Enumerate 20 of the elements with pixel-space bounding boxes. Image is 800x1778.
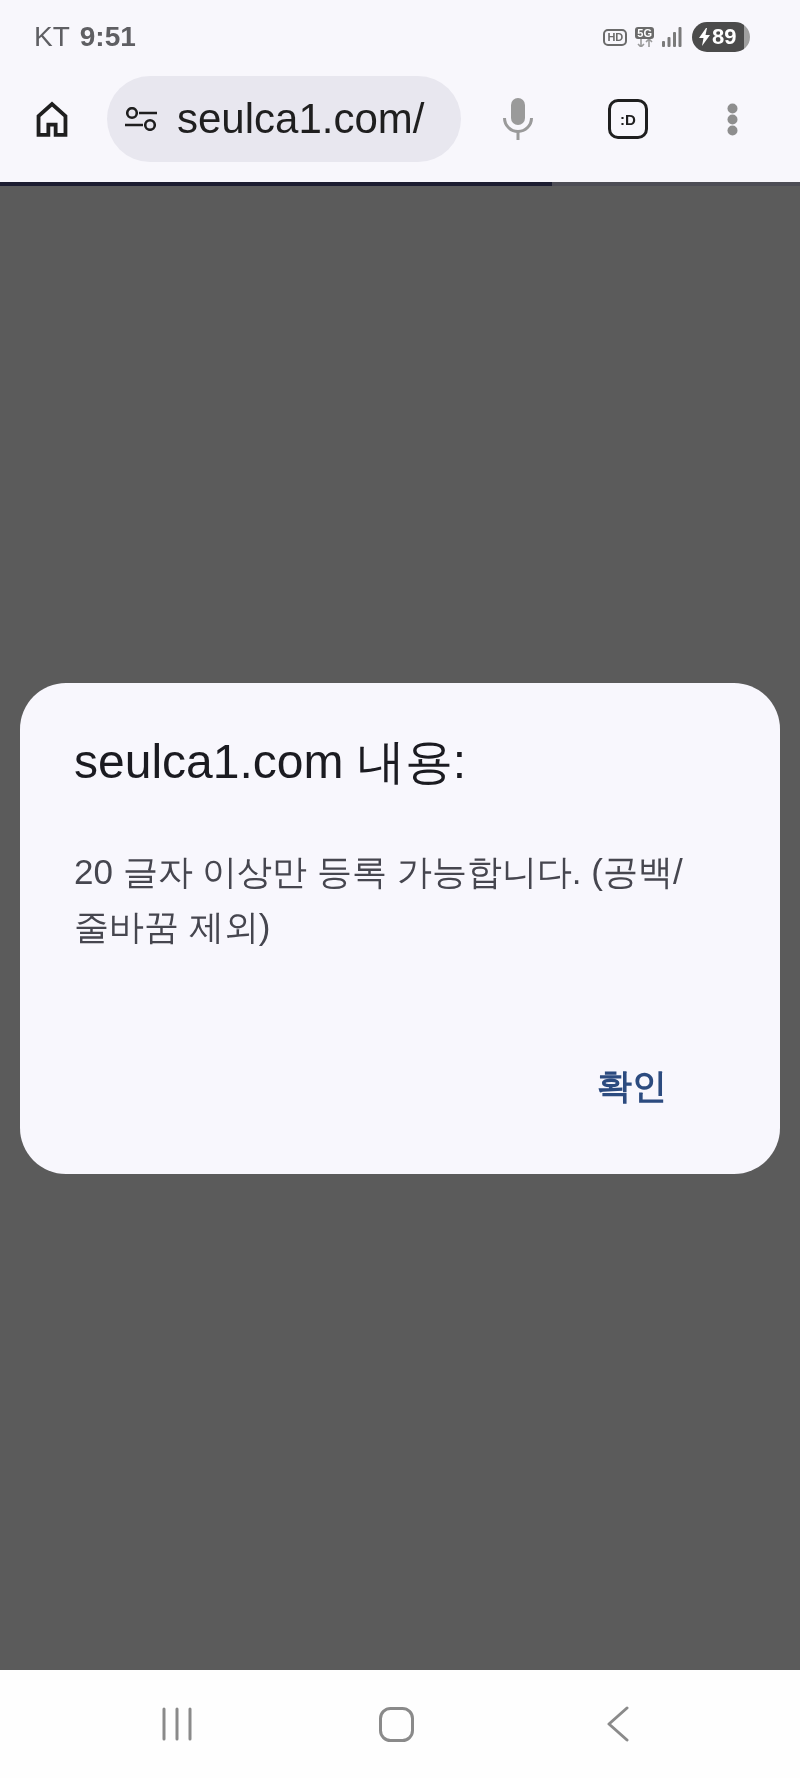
data-arrows-icon — [636, 39, 653, 47]
back-icon[interactable] — [607, 1706, 629, 1742]
recent-apps-icon[interactable] — [162, 1707, 192, 1741]
clock-time: 9:51 — [79, 23, 136, 51]
dialog-title: seulca1.com 내용: — [73, 733, 468, 790]
confirm-button[interactable]: 확인 — [581, 1053, 683, 1118]
site-settings-icon[interactable] — [125, 107, 157, 131]
home-button-icon[interactable] — [379, 1706, 414, 1742]
address-bar[interactable]: seulca1.com/ — [107, 76, 461, 162]
tab-switcher-button[interactable]: :D — [608, 99, 648, 139]
url-text: seulca1.com/ — [177, 98, 425, 140]
dialog-message: 20 글자 이상만 등록 가능합니다. (공백/줄바꿈 제외) — [73, 850, 684, 948]
network-type-indicator: 5G — [635, 27, 654, 39]
charging-bolt-icon — [699, 28, 710, 46]
more-menu-icon[interactable] — [727, 102, 738, 136]
battery-percentage: 89 — [712, 26, 737, 48]
hd-call-indicator: HD — [603, 28, 628, 46]
microphone-icon[interactable] — [502, 98, 534, 140]
carrier-name: KT — [34, 23, 70, 51]
signal-icon — [662, 27, 682, 47]
